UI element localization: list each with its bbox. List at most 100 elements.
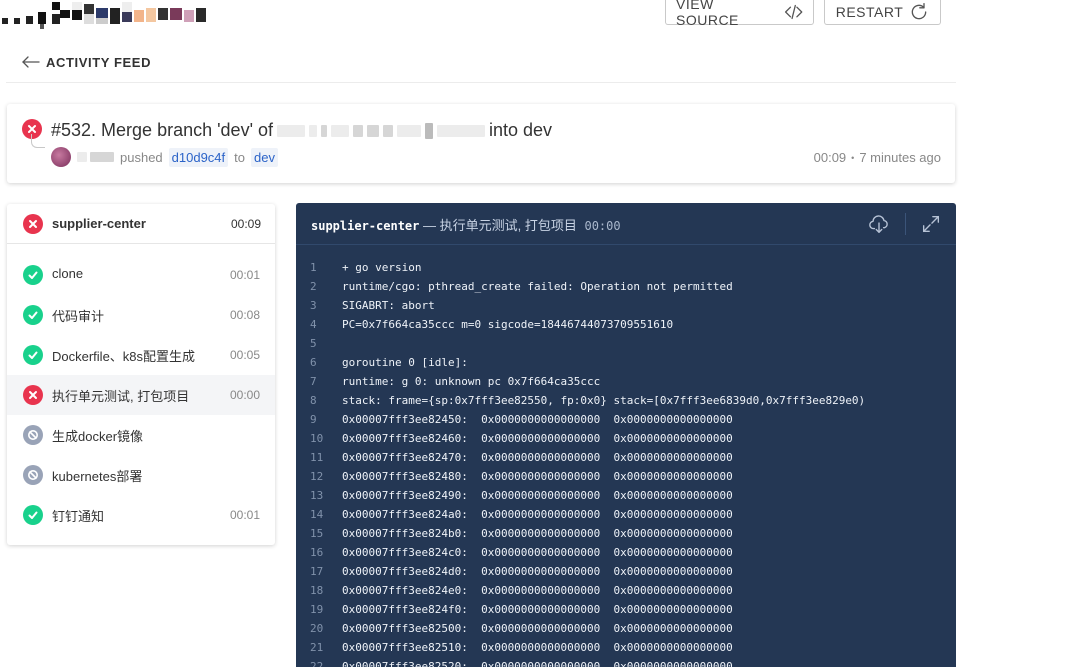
log-line-number: 22 bbox=[310, 660, 324, 667]
step-dockerfile-k8s-config[interactable]: Dockerfile、k8s配置生成 00:05 bbox=[7, 335, 275, 375]
log-title-separator: — bbox=[423, 218, 436, 233]
log-line: 14 0x00007fff3ee824a0: 0x0000000000000000… bbox=[296, 505, 956, 524]
log-line: 22 0x00007fff3ee82520: 0x0000000000000000… bbox=[296, 657, 956, 667]
log-line-number: 11 bbox=[310, 451, 324, 464]
log-line: 4 PC=0x7f664ca35ccc m=0 sigcode=184467440… bbox=[296, 315, 956, 334]
log-line: 11 0x00007fff3ee82470: 0x0000000000000000… bbox=[296, 448, 956, 467]
restart-button[interactable]: RESTART bbox=[824, 0, 941, 25]
build-time-ago: 7 minutes ago bbox=[859, 150, 941, 165]
log-line-text: goroutine 0 [idle]: bbox=[342, 356, 468, 369]
step-dingtalk-notify[interactable]: 钉钉通知 00:01 bbox=[7, 495, 275, 535]
log-line-text: 0x00007fff3ee82520: 0x0000000000000000 0… bbox=[342, 660, 733, 667]
log-line-number: 15 bbox=[310, 527, 324, 540]
log-line-text: 0x00007fff3ee824d0: 0x0000000000000000 0… bbox=[342, 565, 733, 578]
step-label: Dockerfile、k8s配置生成 bbox=[52, 349, 196, 364]
log-line: 2 runtime/cgo: pthread_create failed: Ope… bbox=[296, 277, 956, 296]
log-line-text: 0x00007fff3ee82470: 0x0000000000000000 0… bbox=[342, 451, 733, 464]
log-line: 10 0x00007fff3ee82460: 0x0000000000000000… bbox=[296, 429, 956, 448]
log-line-number: 21 bbox=[310, 641, 324, 654]
log-line-number: 8 bbox=[310, 394, 317, 407]
step-duration: 00:01 bbox=[229, 268, 260, 282]
log-step-duration: 00:00 bbox=[584, 219, 621, 233]
log-line-number: 12 bbox=[310, 470, 324, 483]
log-panel: supplier-center — 执行单元测试, 打包项目 00:00 1 + … bbox=[296, 203, 956, 667]
log-line-text: SIGABRT: abort bbox=[342, 299, 435, 312]
log-line-number: 3 bbox=[310, 299, 317, 312]
log-line: 5 bbox=[296, 334, 956, 353]
expand-icon[interactable] bbox=[920, 213, 942, 235]
log-line-number: 9 bbox=[310, 413, 317, 426]
step-label: clone bbox=[52, 266, 84, 281]
log-line-number: 5 bbox=[310, 337, 317, 350]
redacted-repo bbox=[277, 122, 486, 139]
step-success-icon bbox=[23, 265, 43, 285]
log-line-number: 17 bbox=[310, 565, 324, 578]
step-success-icon bbox=[23, 345, 43, 365]
step-skipped-icon bbox=[23, 425, 43, 445]
step-code-audit[interactable]: 代码审计 00:08 bbox=[7, 295, 275, 335]
step-failed-icon bbox=[23, 385, 43, 405]
log-line: 1 + go version bbox=[296, 258, 956, 277]
stage-header[interactable]: supplier-center 00:09 bbox=[7, 204, 275, 244]
meta-separator: • bbox=[851, 152, 855, 163]
step-build-docker-image[interactable]: 生成docker镜像 bbox=[7, 415, 275, 455]
log-line-text: PC=0x7f664ca35ccc m=0 sigcode=1844674407… bbox=[342, 318, 674, 331]
build-title: #532. Merge branch 'dev' of into dev bbox=[51, 120, 552, 141]
pushed-label: pushed bbox=[120, 149, 163, 165]
step-label: 钉钉通知 bbox=[52, 509, 105, 524]
log-line-number: 18 bbox=[310, 584, 324, 597]
branch-link[interactable]: dev bbox=[251, 147, 278, 167]
log-line: 19 0x00007fff3ee824f0: 0x0000000000000000… bbox=[296, 600, 956, 619]
step-success-icon bbox=[23, 505, 43, 525]
log-line-number: 6 bbox=[310, 356, 317, 369]
divider bbox=[6, 82, 956, 83]
log-line: 12 0x00007fff3ee82480: 0x0000000000000000… bbox=[296, 467, 956, 486]
log-header: supplier-center — 执行单元测试, 打包项目 00:00 bbox=[296, 203, 956, 245]
log-line: 9 0x00007fff3ee82450: 0x0000000000000000 … bbox=[296, 410, 956, 429]
log-line-number: 10 bbox=[310, 432, 324, 445]
redacted-author bbox=[77, 152, 114, 162]
log-line-number: 4 bbox=[310, 318, 317, 331]
restart-label: RESTART bbox=[835, 4, 904, 20]
log-line-number: 1 bbox=[310, 261, 317, 274]
step-clone[interactable]: clone 00:01 bbox=[7, 255, 275, 295]
step-kubernetes-deploy[interactable]: kubernetes部署 bbox=[7, 455, 275, 495]
step-unit-test-package[interactable]: 执行单元测试, 打包项目 00:00 bbox=[7, 375, 275, 415]
log-line: 7 runtime: g 0: unknown pc 0x7f664ca35ccc bbox=[296, 372, 956, 391]
log-line: 15 0x00007fff3ee824b0: 0x0000000000000000… bbox=[296, 524, 956, 543]
stage-duration: 00:09 bbox=[230, 217, 261, 231]
step-skipped-icon bbox=[23, 465, 43, 485]
log-line: 17 0x00007fff3ee824d0: 0x0000000000000000… bbox=[296, 562, 956, 581]
log-step-name: 执行单元测试, 打包项目 bbox=[439, 218, 577, 233]
step-label: kubernetes部署 bbox=[52, 469, 143, 484]
log-line-text: runtime/cgo: pthread_create failed: Oper… bbox=[342, 280, 733, 293]
log-stage-name: supplier-center bbox=[311, 219, 420, 233]
tree-connector bbox=[31, 134, 45, 148]
log-line: 6 goroutine 0 [idle]: bbox=[296, 353, 956, 372]
step-label: 执行单元测试, 打包项目 bbox=[52, 389, 190, 404]
log-line-text: 0x00007fff3ee824e0: 0x0000000000000000 0… bbox=[342, 584, 733, 597]
log-line-number: 2 bbox=[310, 280, 317, 293]
log-line-text: 0x00007fff3ee82510: 0x0000000000000000 0… bbox=[342, 641, 733, 654]
log-line-number: 7 bbox=[310, 375, 317, 388]
cloud-download-icon[interactable] bbox=[868, 213, 890, 235]
step-duration: 00:08 bbox=[229, 308, 260, 322]
app-logo[interactable] bbox=[0, 0, 210, 30]
log-line: 20 0x00007fff3ee82500: 0x0000000000000000… bbox=[296, 619, 956, 638]
log-line-text: 0x00007fff3ee82480: 0x0000000000000000 0… bbox=[342, 470, 733, 483]
log-line: 13 0x00007fff3ee82490: 0x0000000000000000… bbox=[296, 486, 956, 505]
step-label: 生成docker镜像 bbox=[52, 429, 144, 444]
log-line: 18 0x00007fff3ee824e0: 0x0000000000000000… bbox=[296, 581, 956, 600]
log-line-text: 0x00007fff3ee824f0: 0x0000000000000000 0… bbox=[342, 603, 733, 616]
build-summary-card: #532. Merge branch 'dev' of into dev pus… bbox=[7, 104, 955, 183]
to-label: to bbox=[234, 149, 245, 165]
log-line-text: 0x00007fff3ee824a0: 0x0000000000000000 0… bbox=[342, 508, 733, 521]
log-line: 21 0x00007fff3ee82510: 0x0000000000000000… bbox=[296, 638, 956, 657]
back-to-activity-feed[interactable]: ACTIVITY FEED bbox=[22, 52, 151, 72]
refresh-icon bbox=[911, 3, 927, 20]
commit-hash-link[interactable]: d10d9c4f bbox=[168, 147, 229, 167]
step-success-icon bbox=[23, 305, 43, 325]
pipeline-steps-panel: supplier-center 00:09 clone 00:01 代码审计 0… bbox=[7, 204, 275, 545]
log-line-text: 0x00007fff3ee82450: 0x0000000000000000 0… bbox=[342, 413, 733, 426]
view-source-button[interactable]: VIEW SOURCE bbox=[665, 0, 814, 28]
